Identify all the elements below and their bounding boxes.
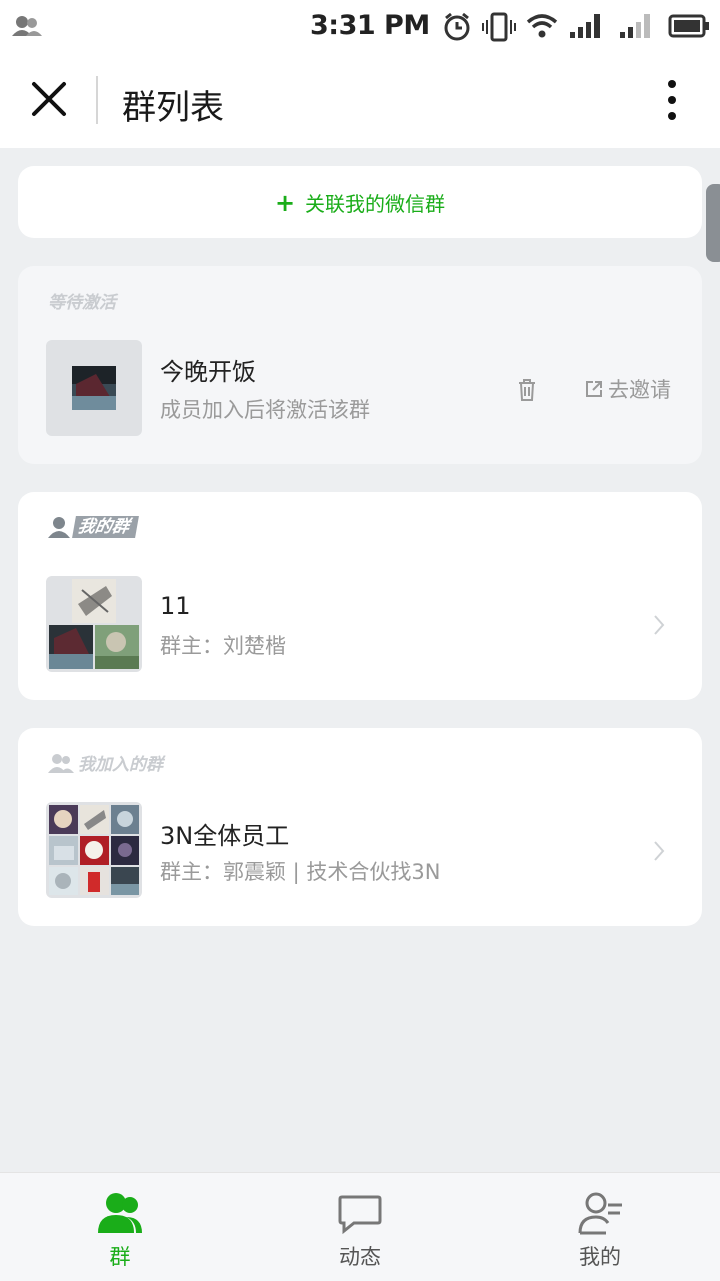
- link-wechat-group-button[interactable]: + 关联我的微信群: [18, 166, 702, 238]
- section-label-joined: 我加入的群: [48, 750, 163, 775]
- chat-bubble-icon: [338, 1195, 382, 1235]
- person-icon: [48, 517, 70, 538]
- tab-groups[interactable]: 群: [0, 1173, 240, 1281]
- close-icon[interactable]: [26, 76, 72, 122]
- group-name: 今晚开饭: [160, 358, 256, 386]
- group-owner: 群主：刘楚楷: [160, 634, 286, 658]
- tab-label: 动态: [339, 1245, 381, 1269]
- section-label-pending: 等待激活: [48, 293, 116, 313]
- group-avatar-image: [49, 579, 139, 669]
- group-avatar-image: [72, 366, 116, 410]
- status-time: 3:31 PM: [310, 10, 430, 41]
- group-avatar: [46, 802, 142, 898]
- chevron-right-icon: [654, 615, 665, 635]
- my-groups-section: 我的群 11 群主：刘楚楷: [18, 492, 702, 700]
- link-wechat-group-label: + 关联我的微信群: [274, 189, 446, 217]
- more-options-icon[interactable]: [655, 78, 689, 122]
- contacts-status-icon: [12, 16, 42, 36]
- plus-icon: +: [274, 189, 296, 217]
- pending-groups-section: 等待激活 今晚开饭 成员加入后将激活该群 去邀请: [18, 266, 702, 464]
- invite-label: 去邀请: [608, 378, 671, 402]
- battery-icon: [668, 14, 709, 38]
- alarm-icon: [444, 12, 470, 41]
- share-icon: [586, 381, 602, 397]
- signal-1-icon: [570, 14, 600, 38]
- group-name: 11: [160, 592, 191, 620]
- groups-icon: [98, 1193, 142, 1233]
- group-avatar-image: [49, 805, 139, 895]
- user-profile-icon: [578, 1192, 622, 1235]
- group-avatar: [46, 340, 142, 436]
- group-avatar: [46, 576, 142, 672]
- title-bar: 群列表: [0, 52, 720, 148]
- page-title: 群列表: [122, 88, 224, 128]
- tab-activity[interactable]: 动态: [240, 1173, 480, 1281]
- group-subtitle: 成员加入后将激活该群: [160, 398, 370, 422]
- title-divider: [96, 76, 98, 124]
- group-people-icon: [48, 753, 74, 773]
- section-label-mine: 我的群: [48, 516, 139, 538]
- tab-label: 群: [109, 1245, 131, 1269]
- signal-2-icon: [620, 14, 650, 38]
- tab-label: 我的: [579, 1245, 621, 1269]
- tab-me[interactable]: 我的: [480, 1173, 720, 1281]
- scroll-handle[interactable]: [706, 184, 720, 262]
- trash-icon[interactable]: [516, 378, 538, 402]
- wifi-icon: [526, 14, 558, 38]
- status-bar: 3:31 PM: [0, 0, 720, 52]
- joined-groups-section: 我加入的群 3N全体员工 群主：郭震颖 | 技术合伙找3N: [18, 728, 702, 926]
- group-owner: 群主：郭震颖 | 技术合伙找3N: [160, 860, 441, 884]
- vibrate-icon: [482, 12, 516, 42]
- chevron-right-icon: [654, 841, 665, 861]
- tab-bar: 群 动态 我的: [0, 1172, 720, 1281]
- invite-button[interactable]: 去邀请: [584, 374, 671, 404]
- group-name: 3N全体员工: [160, 822, 290, 850]
